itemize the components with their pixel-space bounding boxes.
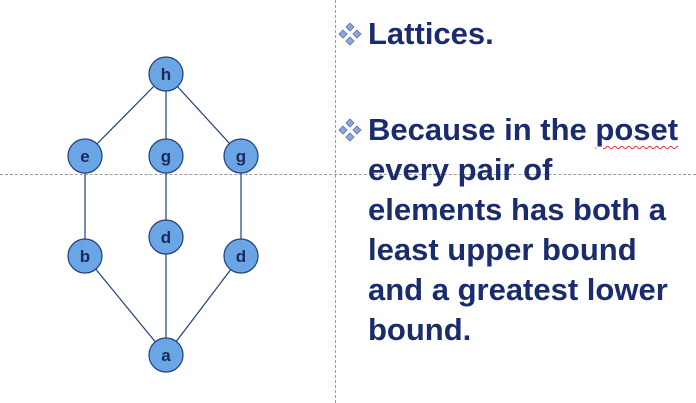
node-h: h [148, 56, 184, 92]
node-label: g [236, 147, 246, 166]
node-g1: g [148, 138, 184, 174]
node-label: h [161, 65, 171, 84]
node-label: d [236, 247, 246, 266]
spellcheck-flagged-word: poset [595, 112, 679, 147]
diamond-cluster-icon [338, 22, 362, 46]
vertical-guide-line [335, 0, 336, 403]
diagram-edges [84, 73, 242, 356]
edge-b-a [84, 255, 167, 356]
node-label: e [80, 147, 89, 166]
node-d1: d [148, 219, 184, 255]
edge-d2-a [165, 255, 242, 356]
bullet-definition-text: Because in the poset every pair of eleme… [338, 110, 688, 350]
diagram-nodes: h e g g d b d a [67, 56, 259, 373]
node-d2: d [223, 238, 259, 274]
bullet-definition: Because in the poset every pair of eleme… [338, 110, 688, 350]
node-e: e [67, 138, 103, 174]
node-label: d [161, 228, 171, 247]
node-label: g [161, 147, 171, 166]
node-label: b [80, 247, 90, 266]
node-a: a [148, 337, 184, 373]
bullet-definition-lead: Because in the [368, 112, 596, 147]
bullet-lattices: Lattices. [338, 14, 494, 54]
node-label: a [161, 346, 171, 365]
node-b: b [67, 238, 103, 274]
diamond-cluster-icon [338, 118, 362, 142]
lattice-diagram: h e g g d b d a [67, 56, 259, 373]
bullet-definition-rest: every pair of elements has both a least … [368, 152, 668, 347]
node-g2: g [223, 138, 259, 174]
